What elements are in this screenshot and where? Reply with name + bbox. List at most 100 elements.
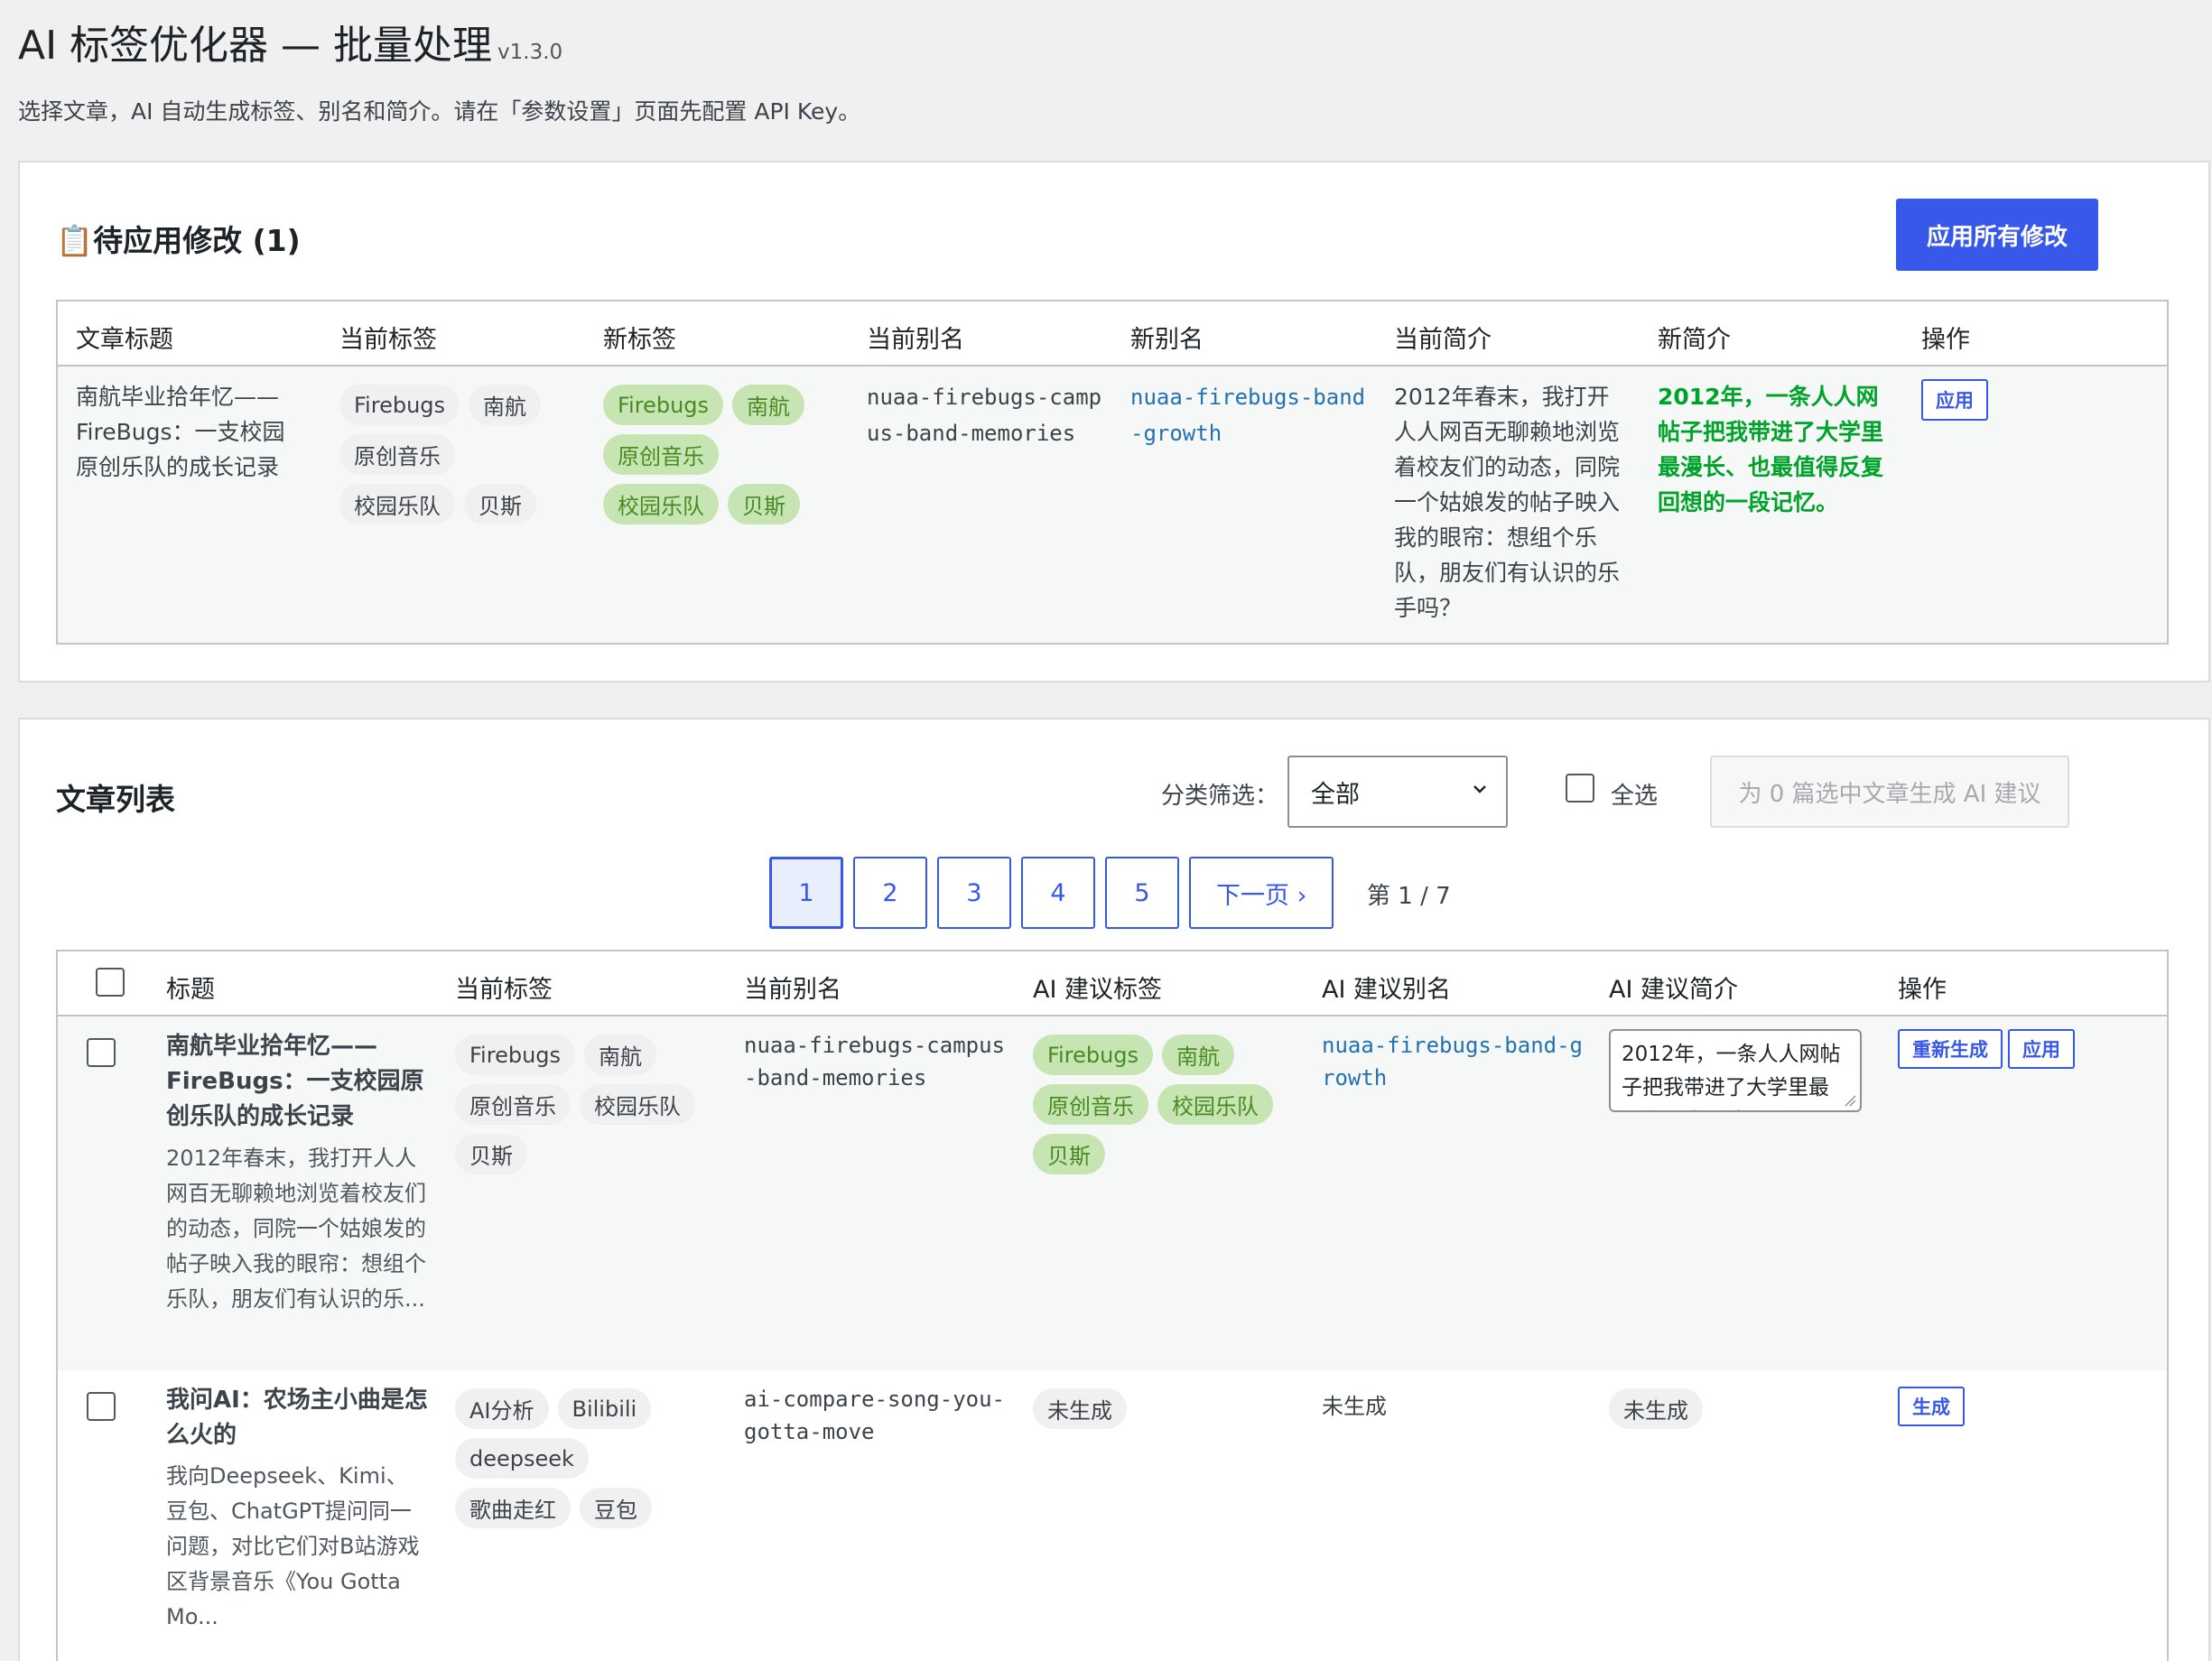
header-select-checkbox[interactable]	[96, 968, 125, 997]
col-new-slug: 新别名	[1130, 326, 1204, 354]
col-current-slug: 当前别名	[867, 326, 964, 354]
apply-button[interactable]: 应用	[1921, 379, 1988, 421]
chevron-down-icon	[1473, 785, 1486, 793]
category-filter-value: 全部	[1311, 780, 1360, 809]
not-generated-badge: 未生成	[1033, 1388, 1127, 1429]
ai-slug: nuaa-firebugs-band-growth	[1322, 1033, 1583, 1090]
current-tags: Firebugs 南航 原创音乐 校园乐队 贝斯	[455, 1035, 717, 1174]
pending-table-header: 文章标题 当前标签 新标签 当前别名 新别名 当前简介 新简介 操作	[58, 302, 2167, 367]
row-select-checkbox[interactable]	[87, 1038, 116, 1067]
row-actions: 生成	[1898, 1387, 1965, 1426]
version-label: v1.3.0	[497, 41, 563, 64]
tag: 贝斯	[464, 484, 536, 524]
pending-current-slug: nuaa-firebugs-campus-band-memories	[867, 385, 1102, 446]
tag: 原创音乐	[339, 434, 455, 475]
article-table: 标题 当前标签 当前别名 AI 建议标签 AI 建议别名 AI 建议简介 操作 …	[56, 950, 2169, 1661]
pagination: 1 2 3 4 5 下一页 ›	[769, 857, 1334, 929]
tag: 南航	[1162, 1035, 1235, 1075]
col-current-desc: 当前简介	[1394, 326, 1492, 354]
tag: 原创音乐	[455, 1084, 571, 1125]
ai-desc: 未生成	[1609, 1388, 1703, 1429]
ai-tags: Firebugs 南航 原创音乐 校园乐队 贝斯	[1033, 1035, 1295, 1174]
col-new-tags: 新标签	[603, 326, 676, 354]
tag: 原创音乐	[603, 434, 719, 475]
page-info: 第 1 / 7	[1367, 883, 1451, 910]
tag: 南航	[469, 385, 542, 425]
post-title[interactable]: 南航毕业拾年忆——FireBugs：一支校园原创乐队的成长记录	[166, 1029, 428, 1135]
current-tags: AI分析 Bilibili deepseek 歌曲走红 豆包	[455, 1388, 690, 1528]
page-button-4[interactable]: 4	[1021, 857, 1095, 929]
page-button-2[interactable]: 2	[853, 857, 927, 929]
category-filter-label: 分类筛选：	[1161, 783, 1279, 810]
generate-ai-suggestions-button[interactable]: 为 0 篇选中文章生成 AI 建议	[1710, 756, 2069, 828]
pending-table: 文章标题 当前标签 新标签 当前别名 新别名 当前简介 新简介 操作 南航毕业拾…	[56, 300, 2169, 645]
col-ai-desc: AI 建议简介	[1609, 976, 1739, 1004]
ai-desc-textarea[interactable]: 2012年，一条人人网帖子把我带进了大学里最漫长、也最值得反复回想的一段记忆。	[1609, 1029, 1862, 1112]
select-all-checkbox[interactable]	[1566, 774, 1594, 803]
tag: 歌曲走红	[455, 1488, 571, 1528]
tag: 校园乐队	[603, 484, 719, 524]
tag: Firebugs	[1033, 1035, 1154, 1075]
page-title: AI 标签优化器 — 批量处理 v1.3.0	[18, 23, 563, 69]
pending-current-tags: Firebugs 南航 原创音乐 校园乐队 贝斯	[339, 385, 556, 524]
tag: 南航	[732, 385, 805, 425]
col-actions: 操作	[1921, 326, 1970, 354]
tag: 校园乐队	[1157, 1084, 1273, 1125]
table-row: 我问AI：农场主小曲是怎么火的 我向Deepseek、Kimi、豆包、ChatG…	[58, 1370, 2167, 1661]
pending-new-tags: Firebugs 南航 原创音乐 校园乐队 贝斯	[603, 385, 820, 524]
tag: 南航	[584, 1035, 657, 1075]
col-ai-tags: AI 建议标签	[1033, 976, 1163, 1004]
select-all-label: 全选	[1611, 783, 1659, 810]
tag: 校园乐队	[580, 1084, 695, 1125]
page-button-1[interactable]: 1	[769, 857, 843, 929]
row-select-checkbox[interactable]	[87, 1392, 116, 1421]
current-slug: nuaa-firebugs-campus-band-memories	[744, 1033, 1005, 1090]
article-list-card: 文章列表 分类筛选： 全部 全选 为 0 篇选中文章生成 AI 建议 1 2 3…	[18, 718, 2210, 1661]
tag: 贝斯	[1033, 1134, 1105, 1174]
pending-post-title: 南航毕业拾年忆——FireBugs：一支校园原创乐队的成长记录	[76, 384, 285, 480]
col-current-tags: 当前标签	[339, 326, 437, 354]
page-button-5[interactable]: 5	[1105, 857, 1179, 929]
ai-tags: 未生成	[1033, 1388, 1127, 1429]
tag: Bilibili	[557, 1388, 652, 1429]
ai-slug: 未生成	[1322, 1394, 1387, 1419]
apply-button[interactable]: 应用	[2008, 1029, 2075, 1069]
col-current-tags: 当前标签	[455, 976, 553, 1004]
col-actions: 操作	[1898, 976, 1947, 1004]
tag: 贝斯	[728, 484, 800, 524]
article-table-header: 标题 当前标签 当前别名 AI 建议标签 AI 建议别名 AI 建议简介 操作	[58, 951, 2167, 1016]
pending-row: 南航毕业拾年忆——FireBugs：一支校园原创乐队的成长记录 Firebugs…	[58, 367, 2167, 643]
post-excerpt: 2012年春末，我打开人人网百无聊赖地浏览着校友们的动态，同院一个姑娘发的帖子映…	[166, 1146, 426, 1312]
pending-new-desc: 2012年，一条人人网帖子把我带进了大学里最漫长、也最值得反复回想的一段记忆。	[1658, 384, 1884, 515]
col-new-desc: 新简介	[1658, 326, 1731, 354]
resize-grip-icon[interactable]	[1844, 1094, 1856, 1107]
post-title[interactable]: 我问AI：农场主小曲是怎么火的	[166, 1383, 428, 1453]
tag: 原创音乐	[1033, 1084, 1148, 1125]
tag: Firebugs	[603, 385, 724, 425]
col-title: 标题	[166, 976, 215, 1004]
list-title: 文章列表	[56, 782, 175, 817]
category-filter-select[interactable]: 全部	[1287, 756, 1508, 828]
tag: deepseek	[455, 1438, 589, 1479]
tag: Firebugs	[455, 1035, 576, 1075]
current-slug: ai-compare-song-you-gotta-move	[744, 1387, 1005, 1444]
tag: AI分析	[455, 1388, 549, 1429]
page-description: 选择文章，AI 自动生成标签、别名和简介。请在「参数设置」页面先配置 API K…	[18, 98, 861, 125]
tag: 豆包	[580, 1488, 652, 1528]
pending-new-slug: nuaa-firebugs-band-growth	[1130, 385, 1366, 446]
page-button-3[interactable]: 3	[937, 857, 1011, 929]
generate-button[interactable]: 生成	[1898, 1387, 1965, 1426]
tag: Firebugs	[339, 385, 460, 425]
tag: 校园乐队	[339, 484, 455, 524]
clipboard-icon: 📋	[56, 223, 94, 258]
pending-current-desc: 2012年春末，我打开人人网百无聊赖地浏览着校友们的动态，同院一个姑娘发的帖子映…	[1394, 384, 1621, 621]
regenerate-button[interactable]: 重新生成	[1898, 1029, 2003, 1069]
not-generated-badge: 未生成	[1609, 1388, 1703, 1429]
pending-changes-card: 📋待应用修改 (1) 应用所有修改 文章标题 当前标签 新标签 当前别名 新别名…	[18, 161, 2210, 682]
row-actions: 重新生成 应用	[1898, 1029, 2075, 1069]
pending-title: 📋待应用修改 (1)	[56, 223, 301, 258]
col-ai-slug: AI 建议别名	[1322, 976, 1452, 1004]
next-page-button[interactable]: 下一页 ›	[1189, 857, 1334, 929]
col-post-title: 文章标题	[76, 326, 173, 354]
apply-all-button[interactable]: 应用所有修改	[1896, 199, 2098, 271]
